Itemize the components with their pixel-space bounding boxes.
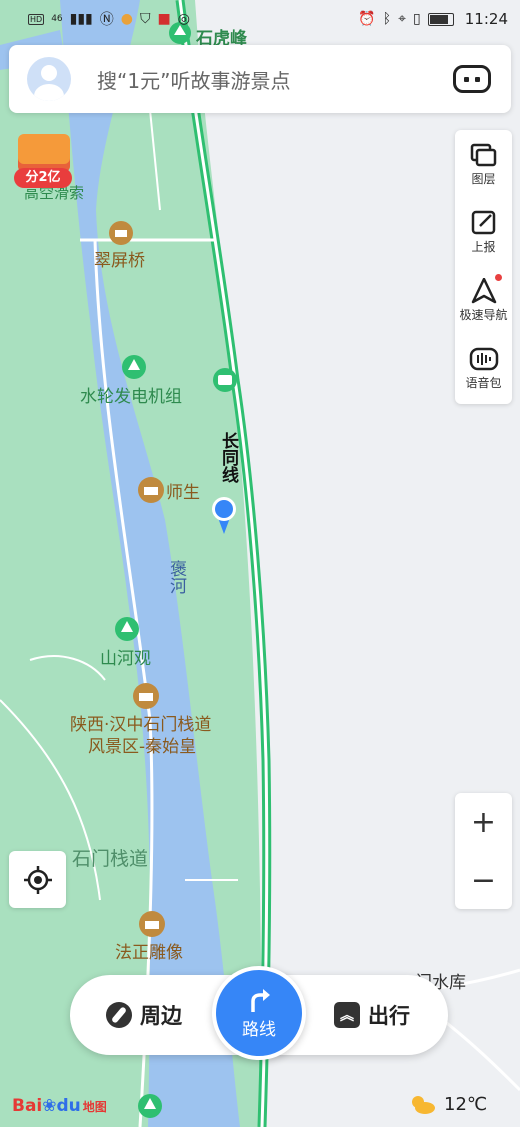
voice-pack-icon xyxy=(469,347,498,370)
partly-cloudy-icon xyxy=(412,1096,435,1114)
promo-label: 分2亿 xyxy=(14,168,72,188)
label-baohe: 褒河 xyxy=(166,560,187,594)
route-arrow-icon xyxy=(251,988,270,1012)
voice-assistant-icon[interactable] xyxy=(453,65,491,93)
label-scenic-2: 风景区-秦始皇 xyxy=(88,737,196,757)
voice-pack-button[interactable]: 语音包 xyxy=(455,334,512,402)
bluetooth-icon: ᛒ xyxy=(382,11,392,27)
weather-temp: 12℃ xyxy=(444,1093,488,1115)
label-cuiping: 翠屏桥 xyxy=(94,251,145,271)
navigation-button[interactable]: 极速导航 xyxy=(455,266,512,334)
layers-icon xyxy=(470,143,496,166)
shield-icon: ⛉ xyxy=(139,11,151,27)
travel-button[interactable]: ︽ 出行 xyxy=(334,975,410,1055)
layers-label: 图层 xyxy=(471,171,496,186)
voice-pack-label: 语音包 xyxy=(465,375,502,390)
report-label: 上报 xyxy=(471,239,496,254)
route-label: 路线 xyxy=(242,1019,276,1040)
baidu-map-logo: Bai ❀ du 地图 xyxy=(12,1096,107,1116)
layers-button[interactable]: 图层 xyxy=(455,130,512,198)
nfc-icon: Ⓝ xyxy=(99,12,114,28)
travel-icon: ︽ xyxy=(334,1002,360,1028)
label-shuilun: 水轮发电机组 xyxy=(80,387,182,407)
search-input[interactable]: 搜“1元”听故事游景点 xyxy=(97,65,453,94)
label-scenic-1: 陕西·汉中石门栈道 xyxy=(70,715,211,735)
zoom-out-button[interactable]: − xyxy=(455,851,512,909)
nearby-button[interactable]: 周边 xyxy=(106,975,182,1055)
label-fazheng: 法正雕像 xyxy=(115,943,183,963)
label-shimen: 石门栈道 xyxy=(72,848,148,870)
logo-map-text: 地图 xyxy=(82,1099,107,1114)
signal-icon: ▮▮▮ xyxy=(69,11,93,27)
notification-dot xyxy=(495,274,502,281)
map-canvas[interactable]: 石虎峰 高空滑索 翠屏桥 水轮发电机组 师生 长同线 褒河 山河观 陕西·汉中石… xyxy=(0,0,520,1127)
vibrate-icon: ▯ xyxy=(413,11,421,27)
status-time: 11:24 xyxy=(464,10,508,28)
locate-icon xyxy=(23,865,52,894)
logo-du-text: du xyxy=(56,1096,81,1116)
promo-badge[interactable]: 分2亿 xyxy=(12,130,76,190)
nearby-label: 周边 xyxy=(140,1004,182,1028)
paw-icon: ❀ xyxy=(42,1096,57,1116)
zoom-controls: + − xyxy=(455,793,512,909)
label-changtong: 长同线 xyxy=(218,431,239,484)
poi-bottom[interactable] xyxy=(138,1094,162,1118)
network-indicator: 46 xyxy=(51,14,63,24)
avatar[interactable] xyxy=(27,57,71,101)
road-sign-changtong xyxy=(213,368,237,392)
route-button[interactable]: 路线 xyxy=(212,966,306,1060)
navigation-label: 极速导航 xyxy=(459,307,508,322)
hd-indicator: HD xyxy=(28,13,45,25)
location-icon: ⌖ xyxy=(398,11,407,27)
app-icon: ● xyxy=(120,11,133,27)
map-tools-panel: 图层 上报 极速导航 语音包 xyxy=(455,130,512,404)
status-bar: HD 46 ▮▮▮ Ⓝ ● ⛉ ■ ◎ ⏰ ᛒ ⌖ ▯ 11:24 xyxy=(0,0,520,38)
travel-label: 出行 xyxy=(368,1004,410,1028)
logo-bai-text: Bai xyxy=(12,1096,43,1116)
compass-icon xyxy=(106,1002,132,1028)
search-bar[interactable]: 搜“1元”听故事游景点 xyxy=(9,45,511,113)
weather-widget[interactable]: 12℃ xyxy=(408,1093,487,1115)
mic-icon: ■ xyxy=(157,11,171,27)
label-shisheng: 师生 xyxy=(166,483,200,503)
locate-button[interactable] xyxy=(9,851,66,908)
report-icon xyxy=(471,210,495,234)
chat-icon: ◎ xyxy=(177,11,190,27)
gift-icon xyxy=(18,134,70,172)
battery-icon xyxy=(427,12,454,26)
zoom-in-button[interactable]: + xyxy=(455,793,512,851)
navigation-icon xyxy=(471,277,496,303)
alarm-icon: ⏰ xyxy=(358,11,376,27)
report-button[interactable]: 上报 xyxy=(455,198,512,266)
label-shanheguan: 山河观 xyxy=(100,649,151,669)
